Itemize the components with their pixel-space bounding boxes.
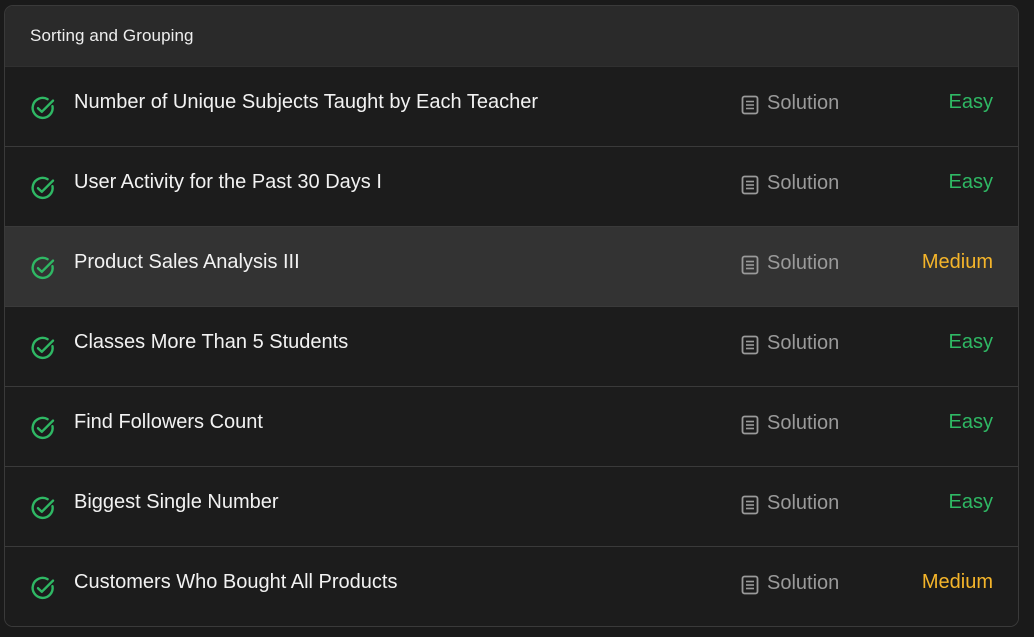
check-circle-icon	[31, 96, 55, 120]
difficulty-badge: Medium	[921, 251, 993, 273]
solution-label: Solution	[767, 251, 840, 274]
check-circle-icon	[31, 416, 55, 440]
problem-title[interactable]: Number of Unique Subjects Taught by Each…	[74, 91, 538, 114]
problem-row[interactable]: Find Followers Count Solution Easy	[5, 387, 1018, 467]
difficulty-badge: Easy	[948, 331, 993, 353]
solution-label: Solution	[767, 331, 840, 354]
document-icon	[741, 175, 759, 195]
solution-label: Solution	[767, 91, 840, 114]
difficulty-badge: Easy	[948, 171, 993, 193]
solution-link[interactable]: Solution	[741, 331, 839, 355]
check-circle-icon	[31, 576, 55, 600]
difficulty-badge: Easy	[948, 411, 993, 433]
check-circle-icon	[31, 176, 55, 200]
section-header: Sorting and Grouping	[5, 6, 1018, 67]
solution-link[interactable]: Solution	[741, 411, 839, 435]
solution-label: Solution	[767, 411, 840, 434]
problem-title[interactable]: Customers Who Bought All Products	[74, 571, 397, 594]
problem-list-panel: Sorting and Grouping Number of Unique Su…	[4, 5, 1019, 627]
problem-row[interactable]: Customers Who Bought All Products Soluti…	[5, 547, 1018, 626]
problem-title[interactable]: Biggest Single Number	[74, 491, 279, 514]
check-circle-icon	[31, 336, 55, 360]
solution-label: Solution	[767, 571, 840, 594]
solution-link[interactable]: Solution	[741, 491, 839, 515]
solution-link[interactable]: Solution	[741, 571, 839, 595]
solution-link[interactable]: Solution	[741, 91, 839, 115]
problem-row[interactable]: Classes More Than 5 Students Solution Ea…	[5, 307, 1018, 387]
problem-title[interactable]: Product Sales Analysis III	[74, 251, 300, 274]
difficulty-badge: Easy	[948, 491, 993, 513]
problem-row[interactable]: User Activity for the Past 30 Days I Sol…	[5, 147, 1018, 227]
solution-label: Solution	[767, 171, 840, 194]
check-circle-icon	[31, 496, 55, 520]
document-icon	[741, 575, 759, 595]
document-icon	[741, 255, 759, 275]
problem-row[interactable]: Biggest Single Number Solution Easy	[5, 467, 1018, 547]
difficulty-badge: Medium	[921, 571, 993, 593]
problem-list: Number of Unique Subjects Taught by Each…	[5, 67, 1018, 626]
document-icon	[741, 335, 759, 355]
problem-row[interactable]: Number of Unique Subjects Taught by Each…	[5, 67, 1018, 147]
solution-link[interactable]: Solution	[741, 251, 839, 275]
solution-label: Solution	[767, 491, 840, 514]
solution-link[interactable]: Solution	[741, 171, 839, 195]
problem-title[interactable]: Classes More Than 5 Students	[74, 331, 348, 354]
section-title: Sorting and Grouping	[30, 26, 194, 45]
check-circle-icon	[31, 256, 55, 280]
problem-row[interactable]: Product Sales Analysis III Solution Medi…	[5, 227, 1018, 307]
document-icon	[741, 495, 759, 515]
problem-title[interactable]: Find Followers Count	[74, 411, 263, 434]
document-icon	[741, 95, 759, 115]
problem-title[interactable]: User Activity for the Past 30 Days I	[74, 171, 382, 194]
difficulty-badge: Easy	[948, 91, 993, 113]
document-icon	[741, 415, 759, 435]
